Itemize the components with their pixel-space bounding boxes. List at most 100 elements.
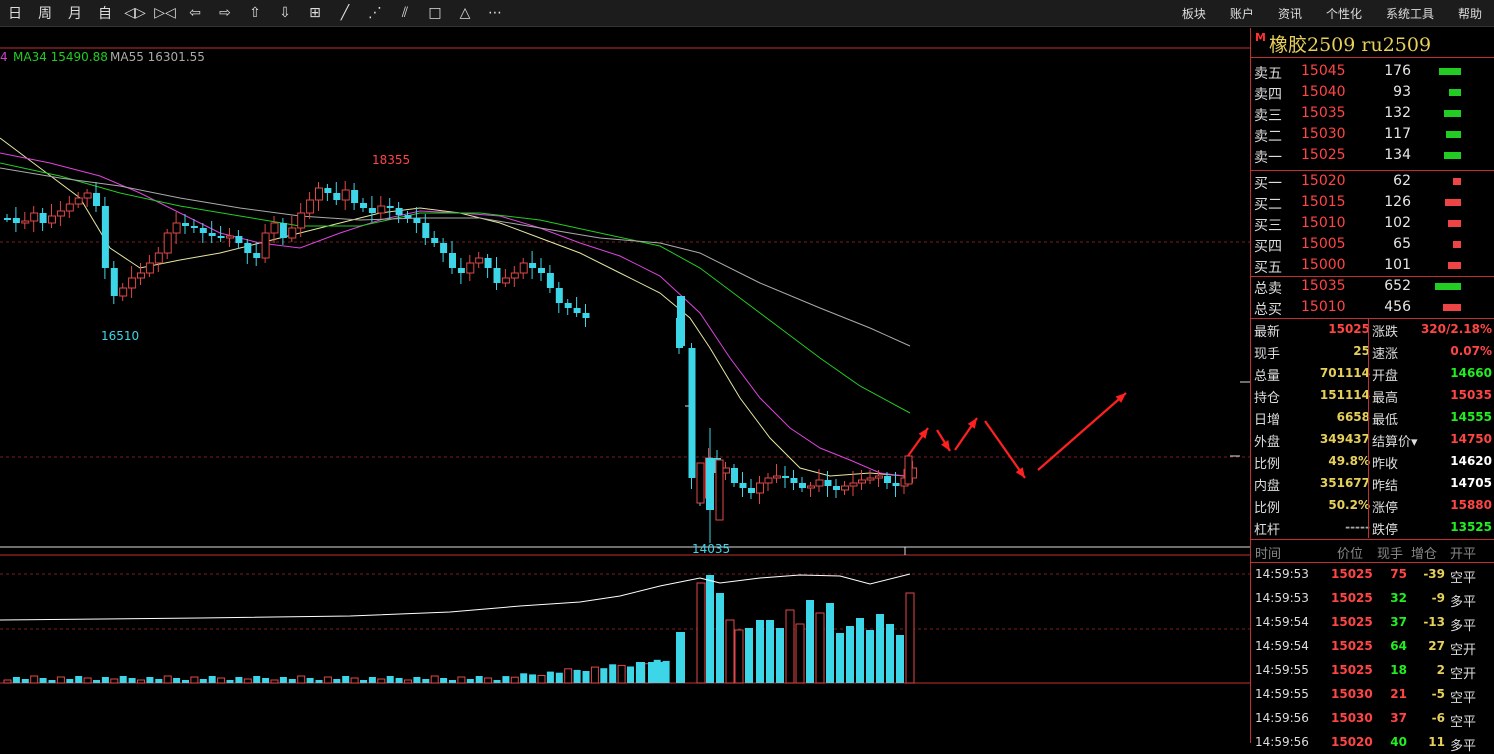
candle-up — [466, 262, 475, 274]
day-button[interactable]: 日 — [0, 0, 30, 26]
volume-bar — [745, 628, 753, 683]
tick-row[interactable]: 14:59:54 15025 64 27 空开 — [1251, 634, 1494, 658]
candle-up — [172, 222, 181, 234]
volume-bar — [776, 628, 784, 683]
candle-down — [824, 480, 832, 486]
quote-label: 外盘 — [1254, 435, 1281, 450]
quote-row: 现手 25 速涨 0.07% — [1251, 340, 1494, 362]
volume-bar — [368, 677, 376, 683]
volume-bar — [190, 676, 199, 684]
arrow-right-icon[interactable]: ⇨ — [210, 0, 240, 26]
tick-row[interactable]: 14:59:56 15030 37 -6 空平 — [1251, 706, 1494, 730]
parallel-tool-icon[interactable]: ⫽ — [390, 0, 420, 26]
quote-value: 151114 — [1319, 388, 1370, 402]
level-label: 卖三 — [1254, 108, 1282, 124]
tick-row[interactable]: 14:59:53 15025 75 -39 空平 — [1251, 562, 1494, 586]
quote-value: 15035 — [1450, 388, 1492, 402]
ray-tool-icon[interactable]: ⋰ — [360, 0, 390, 26]
order-book-row: 总卖 15035 652 — [1251, 276, 1494, 297]
candlestick-svg: 4 MA34 15490.88 MA55 16301.55 18355 1651… — [0, 47, 1250, 684]
quote-label: 比例 — [1254, 501, 1281, 516]
candle-up — [74, 197, 83, 205]
level-label: 总买 — [1254, 302, 1282, 318]
price-chart[interactable]: 4 MA34 15490.88 MA55 16301.55 18355 1651… — [0, 28, 1250, 743]
month-button[interactable]: 月 — [60, 0, 90, 26]
candle-down — [688, 348, 696, 478]
candle-down — [555, 288, 563, 303]
candle-up — [510, 272, 519, 279]
contract-title[interactable]: 橡胶2509 ru2509 — [1269, 30, 1431, 57]
candle-down — [799, 483, 806, 488]
candle-down — [253, 253, 261, 258]
level-volume: 62 — [1393, 173, 1411, 189]
tick-increment: -9 — [1431, 591, 1445, 605]
volume-bar — [564, 668, 573, 684]
level-price: 15030 — [1301, 126, 1346, 142]
level-volume-bar — [1449, 89, 1461, 96]
candle-down — [39, 213, 47, 223]
candle-down — [235, 236, 243, 243]
candle-up — [519, 262, 528, 274]
volume-bar — [430, 675, 439, 684]
order-book-row: 卖三 15035 132 — [1251, 103, 1494, 124]
volume-bar — [609, 664, 617, 683]
custom-period-button[interactable]: 自 — [90, 0, 120, 26]
candle-up — [341, 189, 350, 201]
tick-increment: -39 — [1423, 567, 1445, 581]
candle-up — [377, 205, 386, 214]
more-icon[interactable]: ⋯ — [480, 0, 510, 26]
menu-item-2[interactable]: 资讯 — [1266, 5, 1314, 22]
tick-row[interactable]: 14:59:56 15020 40 11 多平 — [1251, 730, 1494, 754]
candle-up — [145, 262, 154, 274]
week-button[interactable]: 周 — [30, 0, 60, 26]
volume-bar — [208, 676, 216, 683]
tick-row[interactable]: 14:59:55 15030 21 -5 空平 — [1251, 682, 1494, 706]
quote-row: 最新 15025 涨跌 320/2.18% — [1251, 318, 1494, 340]
candle-down — [892, 483, 900, 486]
quote-label: 总量 — [1254, 369, 1281, 384]
triangle-tool-icon[interactable]: △ — [450, 0, 480, 26]
tick-increment: 11 — [1428, 735, 1445, 749]
quote-label: 跌停 — [1372, 523, 1399, 538]
arrow-up-icon[interactable]: ⇧ — [240, 0, 270, 26]
order-book-row: 总买 15010 456 — [1251, 297, 1494, 318]
low-annotation: 16510 — [101, 329, 139, 343]
volume-bar — [734, 629, 744, 684]
zoom-fit-icon[interactable]: ◁▷ — [120, 0, 150, 26]
order-book-row: 卖一 15025 134 — [1251, 145, 1494, 166]
tick-increment: 2 — [1436, 663, 1445, 677]
menu-item-0[interactable]: 板块 — [1170, 5, 1218, 22]
menu-item-5[interactable]: 帮助 — [1446, 5, 1494, 22]
market-marker: M — [1255, 31, 1266, 44]
crosshair-icon[interactable]: ⊞ — [300, 0, 330, 26]
trend-arrow-head — [1015, 467, 1025, 478]
arrow-left-icon[interactable]: ⇦ — [180, 0, 210, 26]
volume-bar — [866, 630, 874, 683]
arrow-down-icon[interactable]: ⇩ — [270, 0, 300, 26]
volume-bar — [493, 680, 501, 683]
tick-row[interactable]: 14:59:55 15025 18 2 空开 — [1251, 658, 1494, 682]
candle-up — [30, 212, 39, 222]
toolbar-menu: 板块 账户 资讯 个性化 系统工具 帮助 — [1170, 0, 1494, 26]
quote-row: 比例 49.8% 昨收 14620 — [1251, 450, 1494, 472]
tick-row[interactable]: 14:59:54 15025 37 -13 多平 — [1251, 610, 1494, 634]
quote-label: 持仓 — [1254, 391, 1281, 406]
volume-bar — [288, 679, 296, 683]
volume-bar — [766, 620, 774, 683]
tick-row[interactable]: 14:59:53 15025 32 -9 多平 — [1251, 586, 1494, 610]
trend-arrow — [984, 420, 1026, 479]
menu-item-1[interactable]: 账户 — [1218, 5, 1266, 22]
menu-item-3[interactable]: 个性化 — [1314, 5, 1374, 22]
volume-bar — [119, 676, 127, 683]
menu-item-4[interactable]: 系统工具 — [1374, 5, 1446, 22]
quote-value: 49.8% — [1328, 454, 1370, 468]
candle-up — [154, 252, 163, 264]
line-tool-icon[interactable]: ╱ — [330, 0, 360, 26]
candle-down — [208, 233, 216, 236]
volume-bar — [404, 679, 412, 684]
tick-price: 15025 — [1331, 591, 1373, 605]
rectangle-tool-icon[interactable]: □ — [420, 0, 450, 26]
moving-averages — [0, 137, 911, 477]
zoom-in-icon[interactable]: ▷◁ — [150, 0, 180, 26]
volume-bar — [48, 680, 56, 683]
